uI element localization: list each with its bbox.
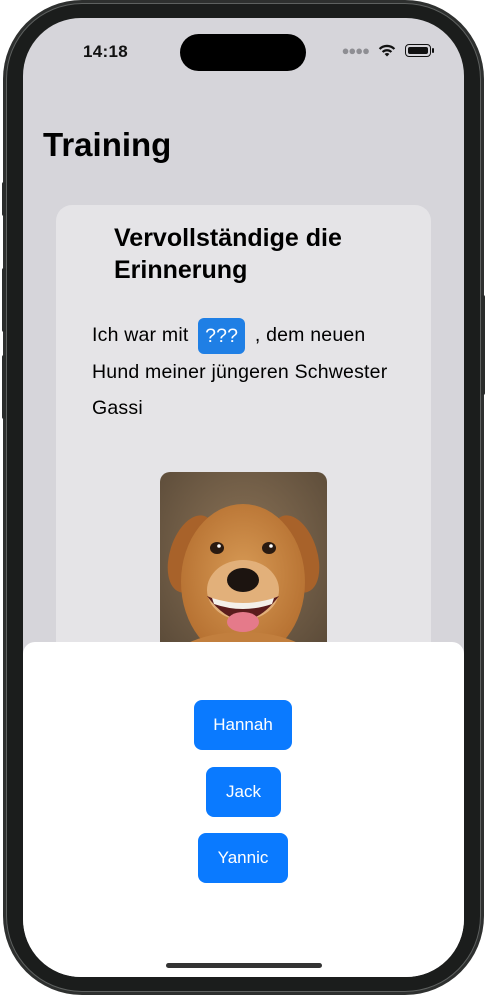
power-button <box>481 295 485 395</box>
wifi-icon <box>378 44 396 57</box>
blank-placeholder: ??? <box>198 317 246 354</box>
answer-button-hannah[interactable]: Hannah <box>194 700 292 750</box>
screen: 14:18 ●●●● Training Vervollständige die … <box>23 18 464 977</box>
action-button <box>2 182 6 216</box>
volume-down-button <box>2 355 6 419</box>
sentence-start: Ich war mit <box>92 324 189 346</box>
home-indicator[interactable] <box>166 963 322 968</box>
answer-button-jack[interactable]: Jack <box>206 767 281 817</box>
memory-sentence: Ich war mit ??? , dem neuen Hund meiner … <box>92 317 392 426</box>
answer-sheet: Hannah Jack Yannic <box>23 642 464 977</box>
volume-up-button <box>2 268 6 332</box>
page-title: Training <box>43 126 172 163</box>
dynamic-island <box>180 34 306 71</box>
cellular-signal-icon: ●●●● <box>341 42 370 58</box>
memory-card: Vervollständige die Erinnerung Ich war m… <box>56 205 431 685</box>
status-icons: ●●●● <box>341 42 434 58</box>
status-time: 14:18 <box>83 42 128 61</box>
answer-button-yannic[interactable]: Yannic <box>198 833 288 883</box>
card-title: Vervollständige die Erinnerung <box>114 224 342 284</box>
battery-icon <box>405 43 434 57</box>
